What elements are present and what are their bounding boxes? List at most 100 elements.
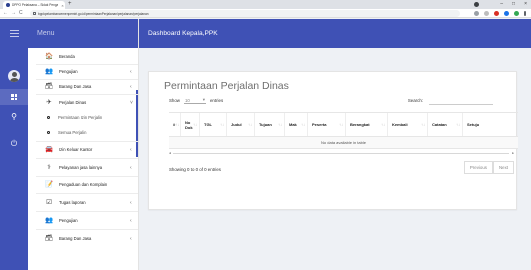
url-text: bppkpelambancemenpemiri.go.id/permintaan… <box>38 11 149 16</box>
previous-button[interactable]: Previous <box>463 161 493 174</box>
sort-icon: ↑↓ <box>193 122 197 127</box>
sidebar-menu: Menu 🏠 Beranda 👥 Pengujian ‹ 🗃 Barang Da… <box>28 19 139 270</box>
back-button[interactable]: ← <box>3 10 8 17</box>
users-icon: 👥 <box>45 67 54 75</box>
zoom-icon[interactable] <box>474 11 479 16</box>
sidebar-item-perjalan-dinas[interactable]: ✈ Perjalan Dinas ˅ <box>28 96 139 109</box>
minimize-button[interactable]: – <box>500 0 503 9</box>
sidebar-item-barang-dan-jasa-2[interactable]: 🗃 Barang Dan Jasa ‹ <box>28 232 139 245</box>
sidebar-item-label: Beranda <box>59 54 75 59</box>
rail-apps-button[interactable] <box>0 89 28 105</box>
menu-divider <box>36 193 138 194</box>
sidebar-subitem-permintaan-izin[interactable]: Permintaan Izin Perjalin <box>28 111 139 124</box>
data-table: # ↑↓ No Dok ↑↓ TGL ↑↓ Judul ↑↓ Tujuan ↑↓ Mak ↑… <box>169 112 518 149</box>
page-title: Dashboard Kepala,PPK <box>148 30 218 37</box>
menu-divider <box>36 94 138 95</box>
profile-indicator-icon[interactable] <box>474 2 479 7</box>
column-header[interactable]: No Dok ↑↓ <box>181 113 200 136</box>
avatar-icon <box>8 70 20 82</box>
column-header[interactable]: Kembali ↑↓ <box>388 113 428 136</box>
icon-rail: ⚲ ⏻ <box>0 19 28 270</box>
column-header[interactable]: TGL ↑↓ <box>200 113 227 136</box>
forward-button[interactable]: → <box>11 10 16 17</box>
sort-icon: ↑↓ <box>220 122 224 127</box>
sidebar-item-label: Pengujian <box>59 69 78 74</box>
menu-divider <box>36 229 138 230</box>
rail-location-button[interactable]: ⚲ <box>0 109 28 125</box>
sidebar-item-label: Barang Dan Jasa <box>59 84 92 89</box>
column-header[interactable]: Tujuan ↑↓ <box>255 113 285 136</box>
user-avatar[interactable] <box>0 68 28 84</box>
column-header[interactable]: Mak ↑↓ <box>285 113 308 136</box>
scroll-track[interactable] <box>173 152 509 154</box>
browser-tab[interactable]: DPPO Pelaksana – Sidak Pengawasan Kep × <box>3 1 65 9</box>
extension-red-icon[interactable] <box>494 11 499 16</box>
dropdown-caret-icon: ▾ <box>202 97 205 102</box>
sidebar-item-beranda[interactable]: 🏠 Beranda <box>28 50 139 63</box>
column-header[interactable]: Catatan ↑↓ <box>428 113 463 136</box>
sidebar-subitem-semua-perjalin[interactable]: Semua Perjalin <box>28 126 139 139</box>
data-card: Permintaan Perjalan Dinas Show 10 ▾ entr… <box>148 71 518 210</box>
card-title: Permintaan Perjalan Dinas <box>164 80 289 92</box>
maximize-button[interactable]: □ <box>512 0 515 9</box>
scroll-right-icon[interactable]: ▸ <box>512 151 514 155</box>
archive-icon: 🗃 <box>45 234 54 242</box>
browser-tab-bar: DPPO Pelaksana – Sidak Pengawasan Kep × … <box>0 0 531 9</box>
profile-avatar-icon[interactable] <box>514 11 519 16</box>
chevron-down-icon: ˅ <box>130 99 133 106</box>
chevron-left-icon: ‹ <box>130 146 132 153</box>
rail-power-button[interactable]: ⏻ <box>0 136 28 152</box>
new-tab-button[interactable]: + <box>68 1 72 8</box>
sidebar-item-pengujian-2[interactable]: 👥 Pengujian ‹ <box>28 214 139 227</box>
power-icon: ⏻ <box>10 139 18 148</box>
window-close-button[interactable]: × <box>524 0 527 9</box>
search-input[interactable] <box>429 96 493 105</box>
extension-blue-icon[interactable] <box>504 11 509 16</box>
star-icon[interactable] <box>484 11 489 16</box>
hamburger-button[interactable] <box>0 25 28 41</box>
chevron-left-icon: ‹ <box>130 217 132 224</box>
scroll-left-icon[interactable]: ◂ <box>169 151 171 155</box>
entries-label: entries <box>209 98 224 103</box>
sort-icon: ↑↓ <box>339 122 343 127</box>
chevron-left-icon: ‹ <box>130 83 132 90</box>
tab-close-icon[interactable]: × <box>60 3 65 8</box>
sort-icon: ↑↓ <box>456 122 460 127</box>
sidebar-item-tugas-laporan[interactable]: ☑ Tugas laporan ‹ <box>28 196 139 209</box>
sidebar-item-izin-keluar-kantor[interactable]: 🚘 Izin Keluar Kantor ‹ <box>28 143 139 156</box>
column-header[interactable]: Peserta ↑↓ <box>308 113 346 136</box>
car-icon: 🚘 <box>45 145 54 153</box>
sidebar-item-label: Pelayanan jasa lainnya <box>59 165 103 170</box>
sidebar-item-label: Perjalan Dinas <box>59 100 87 105</box>
menu-divider <box>36 211 138 212</box>
sort-icon: ↑↓ <box>278 122 282 127</box>
horizontal-scrollbar[interactable]: ◂ ▸ <box>169 151 514 155</box>
sidebar-item-pengaduan[interactable]: 📝 Pengaduan dan Komplain <box>28 178 139 191</box>
url-input[interactable]: bppkpelambancemenpemiri.go.id/permintaan… <box>30 10 460 17</box>
sidebar-item-barang-dan-jasa[interactable]: 🗃 Barang Dan Jasa ‹ <box>28 80 139 93</box>
column-header[interactable]: # ↑↓ <box>169 113 181 136</box>
sidebar-item-pelayanan-jasa[interactable]: ⚕ Pelayanan jasa lainnya ‹ <box>28 161 139 174</box>
sort-icon: ↑↓ <box>248 122 252 127</box>
page-length-control: Show 10 ▾ entries <box>169 97 223 104</box>
medical-icon: ⚕ <box>47 163 51 171</box>
hamburger-icon <box>9 29 19 37</box>
show-label: Show <box>169 98 180 103</box>
reload-button[interactable]: C <box>19 10 23 17</box>
sidebar-item-label: Barang Dan Jasa <box>59 236 92 241</box>
menu-divider <box>36 176 138 177</box>
page-length-select[interactable]: 10 ▾ <box>183 97 206 104</box>
sort-icon: ↑↓ <box>421 122 425 127</box>
column-header[interactable]: Judul ↑↓ <box>227 113 255 136</box>
browser-menu-icon[interactable] <box>524 11 526 16</box>
top-bar: Dashboard Kepala,PPK <box>139 19 531 48</box>
next-button[interactable]: Next <box>492 161 514 174</box>
column-header[interactable]: Setuju <box>463 113 492 136</box>
home-icon: 🏠 <box>45 52 54 60</box>
sidebar-item-pengujian[interactable]: 👥 Pengujian ‹ <box>28 65 139 78</box>
apps-grid-icon <box>11 94 17 100</box>
chevron-left-icon: ‹ <box>130 199 132 206</box>
airplane-icon: ✈ <box>46 98 52 106</box>
search-label: Search: <box>407 98 423 103</box>
column-header[interactable]: Berangkat ↑↓ <box>346 113 388 136</box>
